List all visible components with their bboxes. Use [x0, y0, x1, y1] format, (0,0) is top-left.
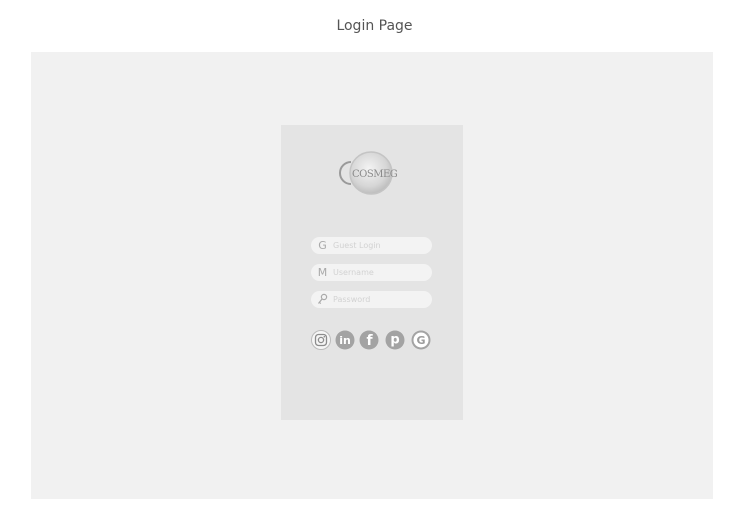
- password-input[interactable]: [333, 291, 428, 308]
- cosmeg-logo: COSMEG: [335, 148, 405, 198]
- facebook-glyph: f: [366, 333, 373, 349]
- instagram-icon[interactable]: [311, 330, 331, 350]
- key-icon: [317, 292, 328, 307]
- linkedin-icon[interactable]: in: [335, 330, 355, 350]
- guest-g-icon: G: [318, 239, 327, 252]
- password-field[interactable]: [311, 291, 432, 308]
- guest-login-input[interactable]: [333, 237, 428, 254]
- logo-text: COSMEG: [352, 169, 398, 180]
- page-title: Login Page: [336, 18, 413, 34]
- pinterest-icon[interactable]: p: [385, 330, 405, 350]
- guest-login-field[interactable]: G: [311, 237, 432, 254]
- facebook-icon[interactable]: f: [359, 330, 379, 350]
- google-icon[interactable]: G: [411, 330, 431, 350]
- linkedin-glyph: in: [339, 334, 351, 347]
- google-glyph: G: [416, 334, 425, 347]
- pinterest-glyph: p: [390, 333, 399, 348]
- mail-m-icon: M: [317, 266, 328, 279]
- username-input[interactable]: [333, 264, 428, 281]
- username-field[interactable]: M: [311, 264, 432, 281]
